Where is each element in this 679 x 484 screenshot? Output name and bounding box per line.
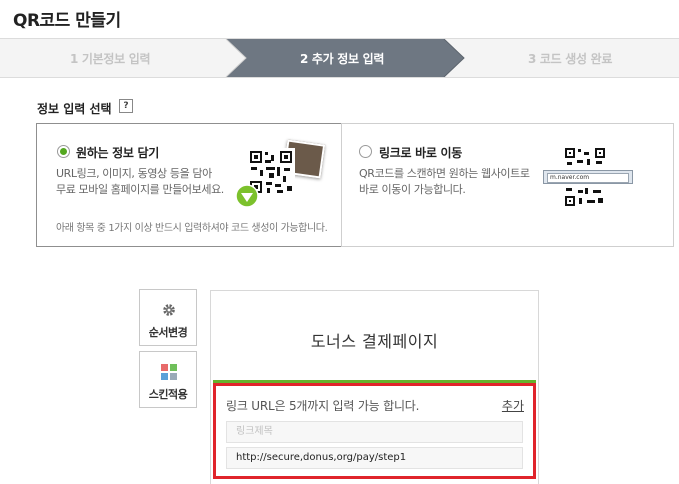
step-1-label: 1 기본정보 입력 bbox=[70, 52, 151, 66]
option-card-link[interactable]: 링크로 바로 이동 QR코드를 스캔하면 원하는 웹사이트로 바로 이동이 가능… bbox=[341, 123, 674, 247]
step-2-label: 2 추가 정보 입력 bbox=[300, 52, 385, 66]
page-title: QR코드 만들기 bbox=[13, 11, 121, 31]
link-editor-box: 링크 URL은 5개까지 입력 가능 합니다. 추가 링크제목 http://s… bbox=[213, 383, 536, 479]
add-link-button[interactable]: 추가 bbox=[502, 397, 524, 414]
step-progress-bar: 1 기본정보 입력 2 추가 정보 입력 3 코드 생성 완료 bbox=[0, 38, 679, 78]
skin-grid-icon bbox=[161, 364, 177, 380]
apply-skin-button-label: 스킨적용 bbox=[148, 388, 188, 401]
radio-content[interactable] bbox=[57, 145, 70, 158]
reorder-button[interactable]: 순서변경 bbox=[139, 289, 197, 346]
section-title: 정보 입력 선택 bbox=[37, 102, 112, 116]
option-link-title: 링크로 바로 이동 bbox=[379, 146, 462, 160]
step-3-label: 3 코드 생성 완료 bbox=[528, 52, 613, 66]
qr-code-top-icon bbox=[563, 146, 607, 168]
radio-link[interactable] bbox=[359, 145, 372, 158]
option-content-title: 원하는 정보 담기 bbox=[76, 146, 159, 160]
option-card-content[interactable]: 원하는 정보 담기 URL링크, 이미지, 동영상 등을 담아 무료 모바일 홈… bbox=[36, 123, 342, 247]
link-url-input[interactable]: http://secure,donus,org/pay/step1 bbox=[226, 447, 523, 469]
preview-page-title: 도너스 결제페이지 bbox=[310, 332, 439, 351]
option-link-desc-2: 바로 이동이 가능합니다. bbox=[359, 183, 466, 196]
qr-code-bottom-icon bbox=[563, 186, 607, 208]
link-limit-info: 링크 URL은 5개까지 입력 가능 합니다. bbox=[226, 399, 420, 413]
address-bar-url: m.naver.com bbox=[547, 173, 629, 183]
reorder-button-label: 순서변경 bbox=[148, 326, 188, 339]
option-content-desc-1: URL링크, 이미지, 동영상 등을 담아 bbox=[56, 167, 212, 180]
option-link-desc-1: QR코드를 스캔하면 원하는 웹사이트로 bbox=[359, 167, 530, 180]
link-title-input[interactable]: 링크제목 bbox=[226, 421, 523, 443]
link-redirect-illustration: m.naver.com bbox=[538, 146, 638, 212]
address-bar: m.naver.com bbox=[543, 170, 633, 184]
help-icon[interactable]: ? bbox=[119, 99, 133, 113]
mobile-page-illustration bbox=[235, 138, 337, 208]
apply-skin-button[interactable]: 스킨적용 bbox=[139, 351, 197, 408]
option-content-note: 아래 항목 중 1가지 이상 반드시 입력하셔야 코드 생성이 가능합니다. bbox=[56, 223, 328, 234]
option-content-desc-2: 무료 모바일 홈페이지를 만들어보세요. bbox=[56, 183, 224, 196]
gear-icon bbox=[163, 304, 175, 316]
download-arrow-icon bbox=[235, 184, 259, 208]
